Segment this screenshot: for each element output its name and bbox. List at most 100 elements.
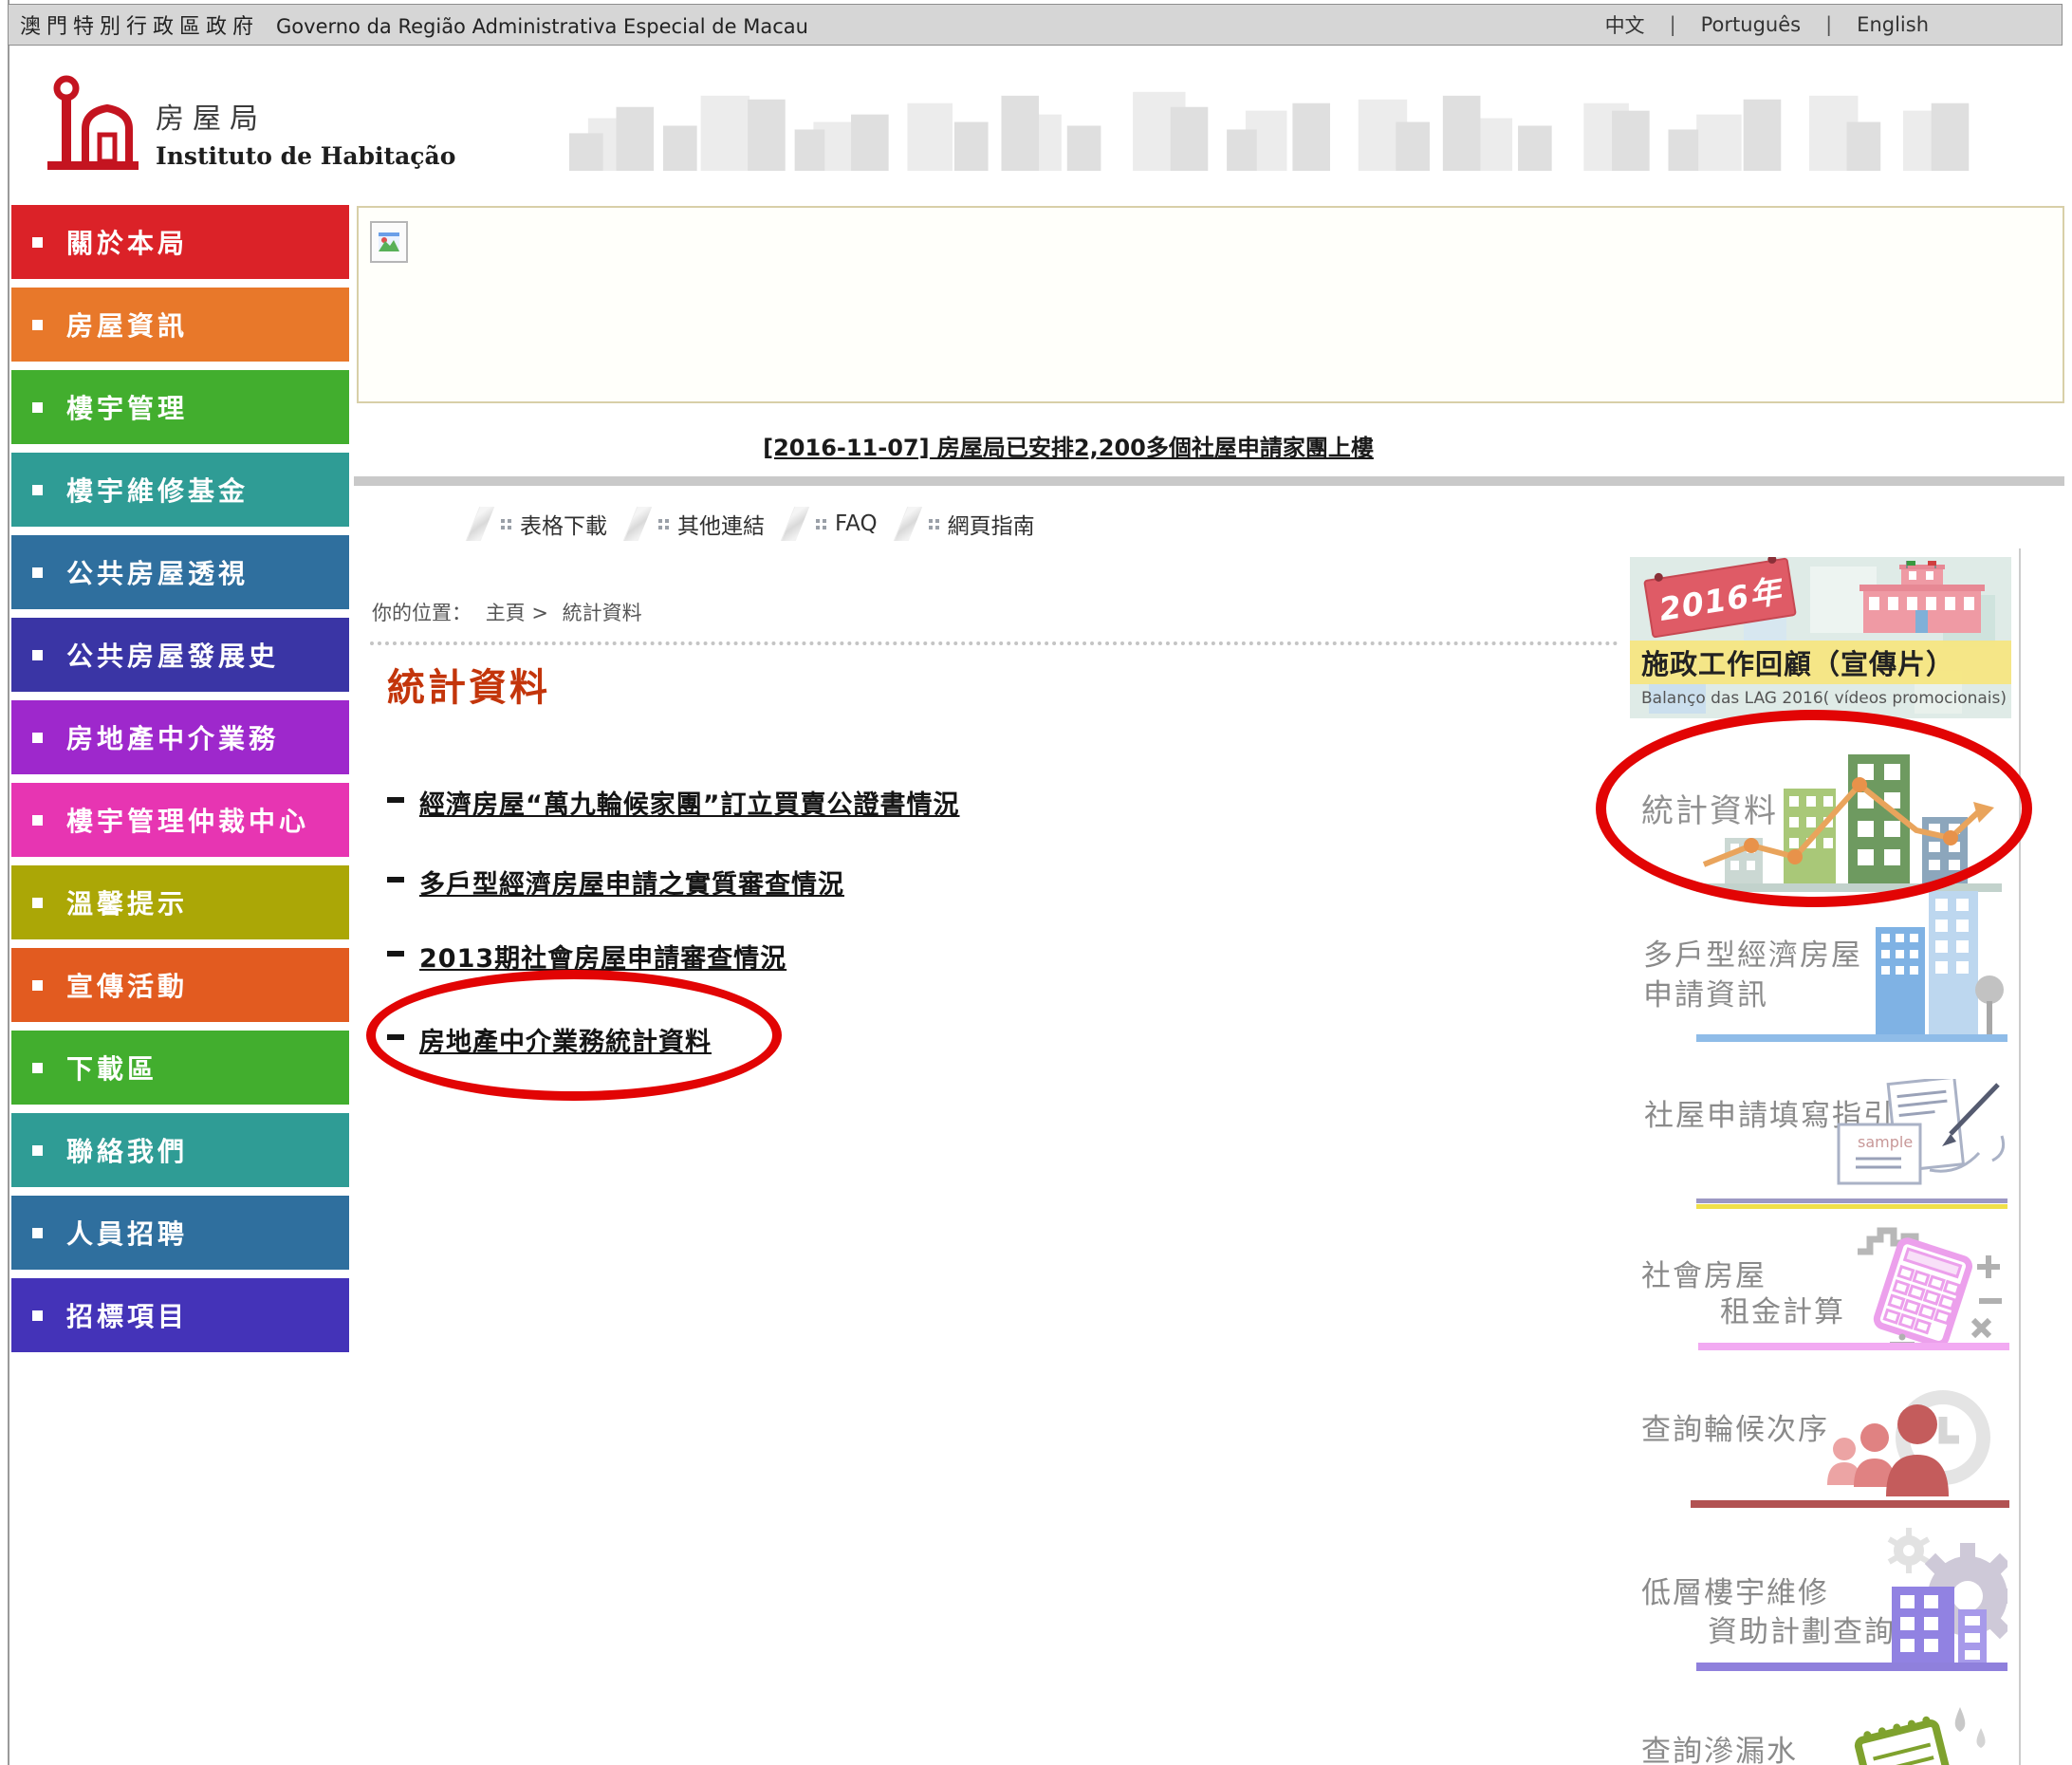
nav-item-faq[interactable]: FAQ <box>787 507 878 541</box>
banner-underline <box>1696 1663 2007 1671</box>
breadcrumb-separator: > <box>531 602 548 624</box>
banner-underline <box>1696 1034 2007 1042</box>
sidebar-item-about-bureau[interactable]: 關於本局 <box>11 205 349 279</box>
link-real-estate-agency-statistics[interactable]: 房地產中介業務統計資料 <box>419 1021 712 1058</box>
government-title: 澳門特別行政區政府 Governo da Região Administrati… <box>9 9 808 40</box>
sidebar-item-arbitration-centre[interactable]: 樓宇管理仲裁中心 <box>11 783 349 857</box>
sidebar-item-housing-info[interactable]: 房屋資訊 <box>11 288 349 362</box>
square-bullet-icon <box>32 237 43 248</box>
right-column-border <box>2019 548 2021 1765</box>
slash-separator-icon <box>893 507 922 541</box>
dots-icon <box>816 519 820 523</box>
people-clock-icon <box>1820 1386 2000 1502</box>
dash-bullet-icon <box>387 797 404 803</box>
breadcrumb-current: 統計資料 <box>563 602 642 624</box>
content-banner-placeholder <box>357 206 2064 403</box>
nav-item-forms-download[interactable]: 表格下載 <box>472 507 607 541</box>
square-bullet-icon <box>32 402 43 413</box>
banner-multi-unit-housing-info[interactable]: 多戶型經濟房屋 申請資訊 <box>1630 887 2011 1044</box>
logo-name-zh: 房屋局 <box>156 95 455 137</box>
news-headline-row: [2016-11-07] 房屋局已安排2,200多個社屋申請家團上樓 <box>357 429 1780 462</box>
square-bullet-icon <box>32 320 43 330</box>
square-bullet-icon <box>32 1228 43 1238</box>
sidebar-item-promotions[interactable]: 宣傳活動 <box>11 948 349 1022</box>
dash-bullet-icon <box>387 1034 404 1040</box>
nav-item-site-guide[interactable]: 網頁指南 <box>900 507 1035 541</box>
slash-separator-icon <box>623 507 653 541</box>
square-bullet-icon <box>32 815 43 826</box>
government-building-icon <box>1856 561 1989 639</box>
banner-queue-inquiry[interactable]: 查詢輪候次序 <box>1630 1381 2011 1509</box>
banner-social-housing-application-guide[interactable]: 社屋申請填寫指引 sample <box>1630 1077 2011 1212</box>
sidebar-item-real-estate-agency[interactable]: 房地產中介業務 <box>11 700 349 774</box>
link-multi-unit-review[interactable]: 多戶型經濟房屋申請之實質審查情況 <box>419 864 844 901</box>
sidebar-item-tips[interactable]: 溫馨提示 <box>11 865 349 939</box>
buildings-trend-chart-icon <box>1696 743 2002 901</box>
city-skyline-image <box>569 81 1997 171</box>
dotted-divider <box>370 641 1619 645</box>
broken-image-icon <box>370 221 408 263</box>
sidebar-item-public-housing-overview[interactable]: 公共房屋透視 <box>11 535 349 609</box>
square-bullet-icon <box>32 980 43 991</box>
banner-underline <box>1696 1198 2007 1203</box>
calculator-icon <box>1846 1219 2006 1350</box>
form-writing-hand-icon: sample <box>1837 1079 2009 1195</box>
page: 澳門特別行政區政府 Governo da Região Administrati… <box>0 0 2072 1765</box>
lang-chinese-link[interactable]: 中文 <box>1605 10 1645 39</box>
banner-water-leakage-inquiry[interactable]: 查詢滲漏水 <box>1630 1703 2011 1765</box>
square-bullet-icon <box>32 1063 43 1073</box>
government-top-bar: 澳門特別行政區政府 Governo da Região Administrati… <box>8 4 2063 46</box>
list-item: 房地產中介業務統計資料 <box>387 1021 712 1058</box>
square-bullet-icon <box>32 567 43 578</box>
dash-bullet-icon <box>387 877 404 882</box>
housing-bureau-logo[interactable]: 房屋局 Instituto de Habitação <box>46 74 455 173</box>
slash-separator-icon <box>466 507 495 541</box>
government-title-zh: 澳門特別行政區政府 <box>20 9 259 40</box>
link-econ-housing-notary[interactable]: 經濟房屋“萬九輪候家團”訂立買賣公證書情況 <box>419 784 960 821</box>
news-headline-link[interactable]: [2016-11-07] 房屋局已安排2,200多個社屋申請家團上樓 <box>763 435 1374 461</box>
banner-underline <box>1698 1343 2009 1350</box>
breadcrumb-prefix: 你的位置： <box>372 602 472 624</box>
house-person-logo-icon <box>46 74 140 173</box>
banner-underline <box>1691 1500 2009 1508</box>
banner-statistics[interactable]: 統計資料 <box>1630 726 2011 906</box>
notepad-droplets-icon <box>1850 1703 1994 1765</box>
link-2013-social-housing-review[interactable]: 2013期社會房屋申請審查情況 <box>419 938 786 975</box>
square-bullet-icon <box>32 1145 43 1156</box>
banner-low-rise-repair-subsidy-inquiry[interactable]: 低層樓宇維修 資助計劃查詢 <box>1630 1528 2011 1672</box>
main-menu-sidebar: 關於本局 房屋資訊 樓宇管理 樓宇維修基金 公共房屋透視 公共房屋發展史 房地產… <box>11 205 349 1361</box>
banner-policy-review-2016[interactable]: 2016年 施政工作回顧（宣傳片） Balanço das LAG 2016( … <box>1630 557 2011 718</box>
nav-item-other-links[interactable]: 其他連結 <box>630 507 765 541</box>
policy-review-title-band: 施政工作回顧（宣傳片） <box>1630 641 2011 684</box>
dots-icon <box>501 519 505 523</box>
breadcrumb-home-link[interactable]: 主頁 <box>486 602 526 624</box>
square-bullet-icon <box>32 733 43 743</box>
breadcrumb: 你的位置： 主頁 > 統計資料 <box>372 598 650 626</box>
sidebar-item-building-management[interactable]: 樓宇管理 <box>11 370 349 444</box>
sidebar-item-recruitment[interactable]: 人員招聘 <box>11 1196 349 1270</box>
svg-text:sample: sample <box>1858 1133 1913 1151</box>
banner-social-housing-rent-calc[interactable]: 社會房屋 租金計算 <box>1630 1219 2011 1352</box>
dots-icon <box>658 519 662 523</box>
square-bullet-icon <box>32 650 43 660</box>
government-title-pt: Governo da Região Administrativa Especia… <box>276 15 808 38</box>
secondary-nav: 表格下載 其他連結 FAQ 網頁指南 <box>472 507 1058 541</box>
sidebar-item-tenders[interactable]: 招標項目 <box>11 1278 349 1352</box>
sidebar-item-building-repair-fund[interactable]: 樓宇維修基金 <box>11 453 349 527</box>
square-bullet-icon <box>32 898 43 908</box>
dots-icon <box>929 519 933 523</box>
sidebar-item-contact-us[interactable]: 聯絡我們 <box>11 1113 349 1187</box>
lang-portuguese-link[interactable]: Português <box>1701 13 1801 36</box>
list-item: 經濟房屋“萬九輪候家團”訂立買賣公證書情況 <box>387 784 960 821</box>
blue-buildings-icon <box>1876 891 2004 1041</box>
language-switcher: 中文 | Português | English <box>1605 10 2062 39</box>
lang-english-link[interactable]: English <box>1857 13 1929 36</box>
gears-buildings-icon <box>1810 1528 2007 1670</box>
page-left-border <box>8 0 9 1765</box>
divider-bar <box>354 476 2064 486</box>
sidebar-item-downloads[interactable]: 下載區 <box>11 1031 349 1105</box>
list-item: 多戶型經濟房屋申請之實質審查情況 <box>387 864 844 901</box>
list-item: 2013期社會房屋申請審查情況 <box>387 938 786 975</box>
sidebar-item-public-housing-history[interactable]: 公共房屋發展史 <box>11 618 349 692</box>
square-bullet-icon <box>32 485 43 495</box>
